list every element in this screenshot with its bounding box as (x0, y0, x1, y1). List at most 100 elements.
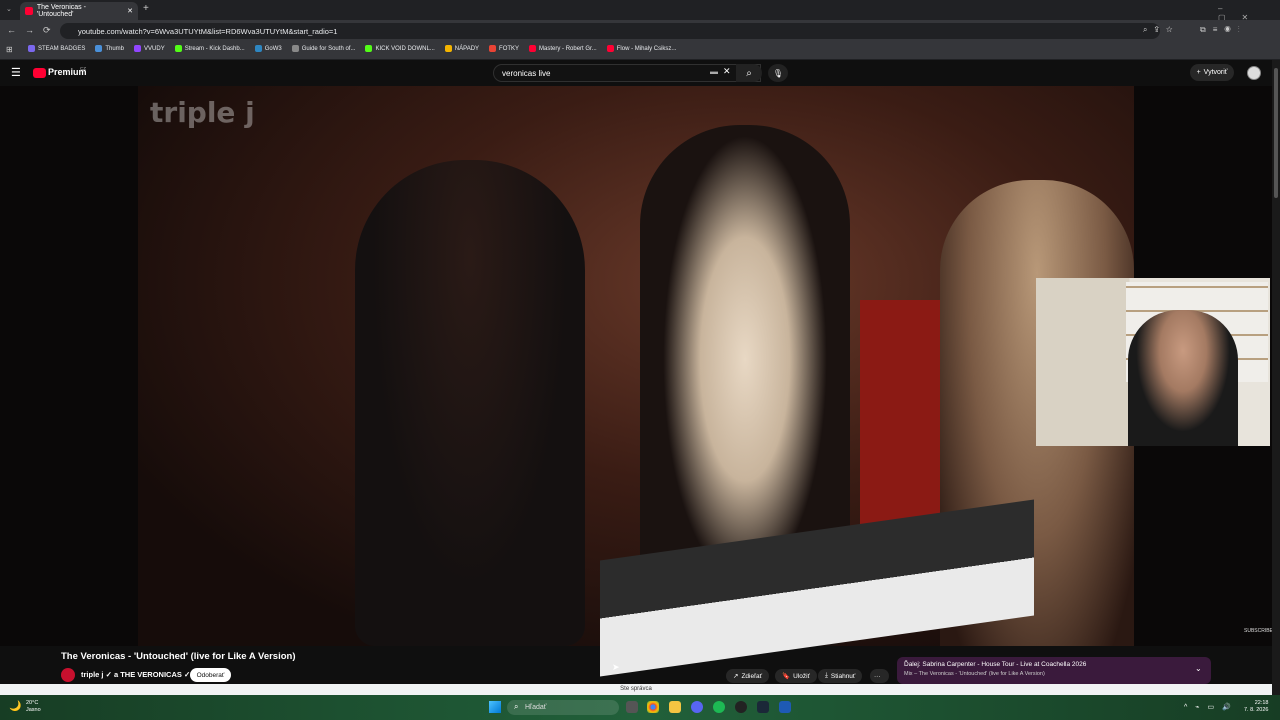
keyboard-icon[interactable]: ▬ (710, 67, 718, 76)
download-button[interactable]: ⤓ Stiahnuť (818, 669, 863, 683)
download-label: Stiahnuť (830, 672, 856, 680)
youtube-logo-icon[interactable] (33, 68, 46, 78)
up-next-title: Ďalej: Sabrina Carpenter - House Tour - … (904, 661, 1087, 668)
bookmark-favicon-icon (365, 45, 373, 52)
share-button[interactable]: ↗ Zdieľať (726, 669, 770, 683)
avatar[interactable] (1247, 66, 1261, 80)
apps-grid-icon[interactable]: ⊞ (6, 45, 13, 54)
unsubscribe-button[interactable]: Odoberať (190, 668, 231, 682)
share-label: Zdieľať (741, 672, 763, 680)
search-button[interactable]: ⌕ (736, 64, 762, 82)
bookmark-label: Mastery - Robert Gr... (539, 45, 597, 52)
browser-tab[interactable]: The Veronicas - 'Untouched' ✕ (20, 2, 138, 20)
bookmark-item[interactable]: GoW3 (254, 45, 282, 52)
app-icon[interactable] (779, 701, 791, 713)
bookmark-label: Stream - Kick Dashb... (184, 45, 245, 52)
weather-widget[interactable]: 20°C Jasno (26, 700, 41, 714)
search-icon: ⌕ (514, 702, 519, 711)
extension-icons[interactable]: ⧉≡◉⋮ (1200, 25, 1247, 35)
search-icon: ⌕ (746, 67, 752, 79)
bookmark-item[interactable]: NÁPADY (444, 45, 480, 52)
bookmark-label: NÁPADY (454, 45, 480, 52)
bookmark-item[interactable]: Thumb (95, 45, 124, 52)
address-bar[interactable]: youtube.com/watch?v=6Wva3UTUYtM&list=RD6… (60, 23, 1160, 39)
search-value: veronicas live (502, 68, 551, 78)
save-button[interactable]: 🔖 Uložiť (775, 669, 817, 683)
clear-search-icon[interactable]: ✕ (723, 66, 731, 77)
bookmark-list: STEAM BADGES Thumb VVUDY Stream - Kick Dash… (28, 45, 676, 52)
browser-status-bar: Ste správca (0, 684, 1272, 695)
search-input[interactable]: veronicas live (493, 64, 761, 82)
bookmark-item[interactable]: Flow - Mihaly Csiksz... (606, 45, 676, 52)
triple-j-watermark: triple j (150, 96, 255, 129)
bookmark-favicon-icon (291, 45, 299, 52)
tab-list-icon[interactable]: ⌄ (6, 5, 12, 13)
bookmark-favicon-icon (95, 45, 103, 52)
task-view-icon[interactable] (626, 701, 638, 713)
menu-icon[interactable]: ☰ (11, 66, 21, 79)
bookmark-label: STEAM BADGES (38, 45, 86, 52)
create-button[interactable]: + Vytvoriť (1190, 64, 1234, 81)
system-tray-icons[interactable]: ^⌁▭🔊 (1184, 703, 1239, 711)
clock-time: 22:18 (1254, 700, 1269, 706)
obs-icon[interactable] (735, 701, 747, 713)
bookmark-item[interactable]: KICK VOID DOWNL... (365, 45, 435, 52)
up-next-panel[interactable]: Ďalej: Sabrina Carpenter - House Tour - … (897, 657, 1211, 684)
file-explorer-icon[interactable] (669, 701, 681, 713)
taskbar-search[interactable]: Hľadať (507, 700, 619, 715)
bookmark-item[interactable]: VVUDY (134, 45, 165, 52)
bookmark-label: VVUDY (144, 45, 165, 52)
weather-desc: Jasno (26, 707, 41, 713)
bookmark-favicon-icon (606, 45, 614, 52)
taskbar-clock[interactable]: 22:18 7. 8. 2026 (1244, 700, 1268, 714)
youtube-favicon-icon (25, 7, 33, 15)
webcam-streamer (1128, 310, 1238, 446)
voice-search-icon[interactable]: 🎙 (768, 64, 788, 82)
bookmark-icon: 🔖 (782, 673, 791, 680)
create-label: Vytvoriť (1203, 69, 1228, 76)
bookmark-label: Guide for South of... (301, 45, 356, 52)
windows-start-icon[interactable] (489, 701, 501, 713)
steam-icon[interactable] (757, 701, 769, 713)
video-title: The Veronicas - 'Untouched' (live for Li… (61, 651, 296, 662)
weather-temp: 20°C (26, 700, 39, 706)
channel-name[interactable]: triple j ✓ a THE VERONICAS ✓ (81, 670, 190, 679)
bookmark-favicon-icon (28, 45, 35, 52)
bookmark-favicon-icon (444, 45, 452, 52)
bookmark-item[interactable]: Guide for South of... (291, 45, 356, 52)
taskbar-search-label: Hľadať (525, 704, 547, 711)
chrome-icon[interactable] (647, 701, 659, 713)
chevron-down-icon[interactable]: ⌄ (1195, 664, 1202, 673)
bookmark-item[interactable]: Mastery - Robert Gr... (529, 45, 597, 52)
bookmark-label: Thumb (105, 45, 125, 52)
bookmark-item[interactable]: Stream - Kick Dashb... (174, 45, 245, 52)
subscribe-watermark[interactable]: SUBSCRIBE (1244, 628, 1273, 634)
bookmark-label: FOTKY (499, 45, 520, 52)
toolbar-icons[interactable]: ⌕⇪☆ (1143, 25, 1180, 35)
weather-icon[interactable]: 🌙 (9, 701, 21, 712)
page-scrollbar[interactable] (1272, 60, 1280, 695)
download-icon: ⤓ (825, 672, 828, 679)
channel-avatar[interactable] (61, 668, 75, 682)
nav-buttons[interactable]: ←→⟳ (7, 25, 60, 36)
bookmark-item[interactable]: STEAM BADGES (28, 45, 85, 52)
bookmark-favicon-icon (174, 45, 182, 52)
save-label: Uložiť (793, 672, 810, 680)
clock-date: 7. 8. 2026 (1244, 707, 1269, 713)
discord-icon[interactable] (691, 701, 703, 713)
url-text: youtube.com/watch?v=6Wva3UTUYtM&list=RD6… (78, 26, 338, 36)
bookmark-label: KICK VOID DOWNL... (375, 45, 435, 52)
bookmark-label: GoW3 (264, 45, 282, 52)
bookmark-item[interactable]: FOTKY (489, 45, 519, 52)
spotify-icon[interactable] (713, 701, 725, 713)
browser-tab-bar (0, 0, 1280, 20)
bookmark-favicon-icon (134, 45, 142, 52)
new-tab-icon[interactable]: + (143, 3, 149, 14)
plus-icon: + (1196, 69, 1201, 76)
tab-close-icon[interactable]: ✕ (127, 7, 133, 15)
up-next-subtitle: Mix – The Veronicas - 'Untouched' (live … (904, 671, 1045, 677)
video-scene-singer-left (355, 160, 585, 646)
more-actions-button[interactable]: ··· (870, 669, 889, 683)
tab-title: The Veronicas - 'Untouched' (36, 4, 86, 18)
bookmark-favicon-icon (254, 45, 262, 52)
